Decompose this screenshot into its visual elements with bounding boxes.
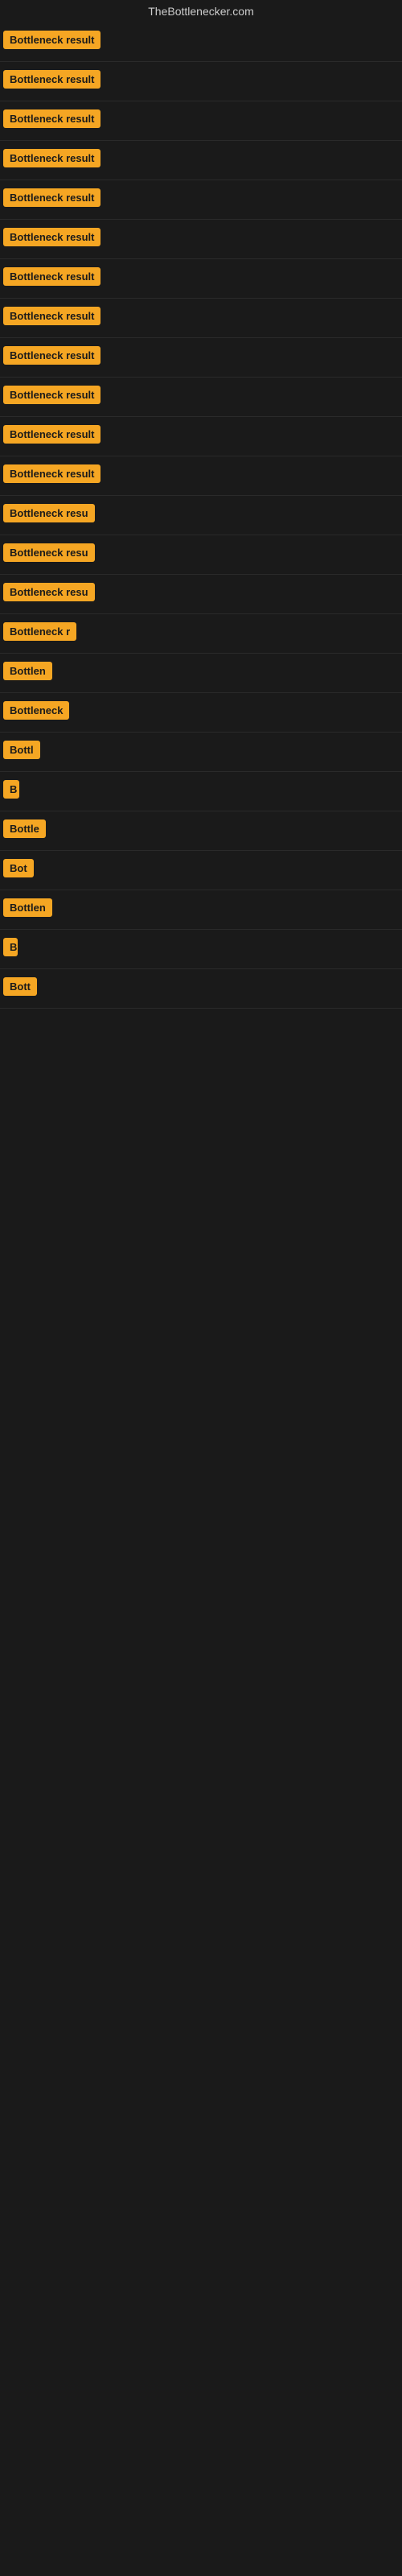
- result-row-17: Bottleneck: [0, 693, 402, 733]
- result-row-15: Bottleneck r: [0, 614, 402, 654]
- result-row-11: Bottleneck result: [0, 456, 402, 496]
- bottleneck-badge-12[interactable]: Bottleneck resu: [3, 504, 95, 522]
- result-row-19: B: [0, 772, 402, 811]
- bottleneck-badge-8[interactable]: Bottleneck result: [3, 346, 100, 365]
- bottleneck-badge-5[interactable]: Bottleneck result: [3, 228, 100, 246]
- result-row-5: Bottleneck result: [0, 220, 402, 259]
- result-row-20: Bottle: [0, 811, 402, 851]
- bottleneck-badge-2[interactable]: Bottleneck result: [3, 109, 100, 128]
- bottleneck-badge-20[interactable]: Bottle: [3, 819, 46, 838]
- result-row-24: Bott: [0, 969, 402, 1009]
- result-row-21: Bot: [0, 851, 402, 890]
- result-row-0: Bottleneck result: [0, 23, 402, 62]
- result-row-7: Bottleneck result: [0, 299, 402, 338]
- bottleneck-badge-22[interactable]: Bottlen: [3, 898, 52, 917]
- result-row-16: Bottlen: [0, 654, 402, 693]
- bottleneck-badge-23[interactable]: B: [3, 938, 18, 956]
- bottleneck-badge-24[interactable]: Bott: [3, 977, 37, 996]
- bottleneck-badge-18[interactable]: Bottl: [3, 741, 40, 759]
- bottleneck-badge-11[interactable]: Bottleneck result: [3, 464, 100, 483]
- result-row-9: Bottleneck result: [0, 378, 402, 417]
- result-row-18: Bottl: [0, 733, 402, 772]
- bottleneck-badge-9[interactable]: Bottleneck result: [3, 386, 100, 404]
- bottleneck-badge-1[interactable]: Bottleneck result: [3, 70, 100, 89]
- bottleneck-badge-4[interactable]: Bottleneck result: [3, 188, 100, 207]
- result-row-2: Bottleneck result: [0, 101, 402, 141]
- page-wrapper: TheBottlenecker.com Bottleneck resultBot…: [0, 0, 402, 1009]
- bottleneck-badge-7[interactable]: Bottleneck result: [3, 307, 100, 325]
- bottleneck-badge-17[interactable]: Bottleneck: [3, 701, 69, 720]
- bottleneck-badge-19[interactable]: B: [3, 780, 19, 799]
- bottleneck-badge-21[interactable]: Bot: [3, 859, 34, 877]
- result-row-6: Bottleneck result: [0, 259, 402, 299]
- bottleneck-badge-14[interactable]: Bottleneck resu: [3, 583, 95, 601]
- bottleneck-badge-15[interactable]: Bottleneck r: [3, 622, 76, 641]
- bottleneck-badge-0[interactable]: Bottleneck result: [3, 31, 100, 49]
- result-row-10: Bottleneck result: [0, 417, 402, 456]
- bottleneck-badge-16[interactable]: Bottlen: [3, 662, 52, 680]
- result-row-13: Bottleneck resu: [0, 535, 402, 575]
- result-row-22: Bottlen: [0, 890, 402, 930]
- result-row-4: Bottleneck result: [0, 180, 402, 220]
- result-row-1: Bottleneck result: [0, 62, 402, 101]
- result-row-12: Bottleneck resu: [0, 496, 402, 535]
- result-row-14: Bottleneck resu: [0, 575, 402, 614]
- site-title: TheBottlenecker.com: [0, 0, 402, 23]
- bottleneck-badge-3[interactable]: Bottleneck result: [3, 149, 100, 167]
- result-row-3: Bottleneck result: [0, 141, 402, 180]
- results-list: Bottleneck result Bottleneck result Bottle…: [0, 23, 402, 1009]
- result-row-8: Bottleneck result: [0, 338, 402, 378]
- bottleneck-badge-10[interactable]: Bottleneck result: [3, 425, 100, 444]
- bottleneck-badge-6[interactable]: Bottleneck result: [3, 267, 100, 286]
- bottleneck-badge-13[interactable]: Bottleneck resu: [3, 543, 95, 562]
- result-row-23: B: [0, 930, 402, 969]
